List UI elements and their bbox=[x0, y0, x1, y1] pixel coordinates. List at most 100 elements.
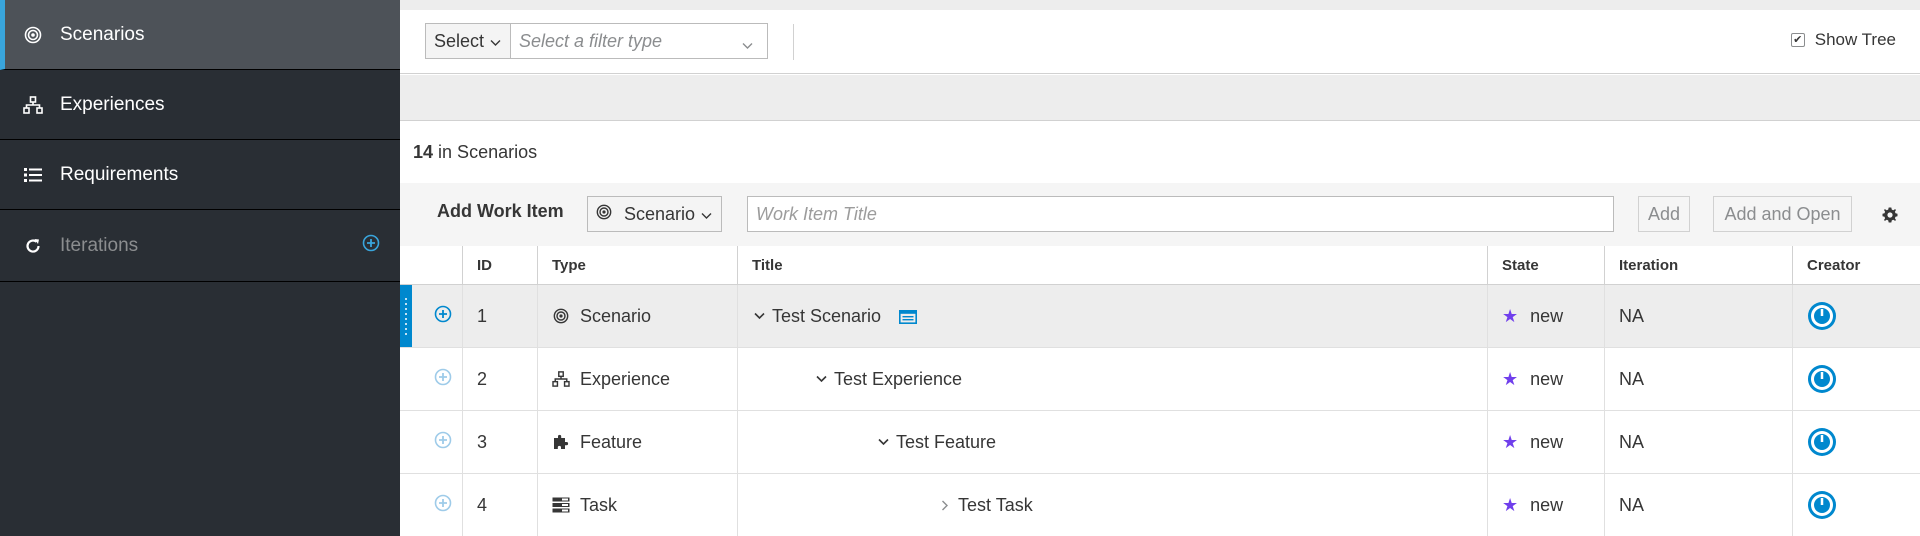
header-actions bbox=[400, 246, 463, 285]
filter-toolbar: Select Select a filter type ✔ Show Tree bbox=[400, 10, 1920, 74]
header-title[interactable]: Title bbox=[738, 246, 1488, 285]
sidebar-item-scenarios[interactable]: Scenarios bbox=[0, 0, 400, 70]
table-row[interactable]: 3 Feature Test Feature ★ new NA bbox=[400, 411, 1920, 474]
chevron-down-icon bbox=[490, 31, 501, 52]
add-iteration-icon[interactable] bbox=[362, 234, 382, 254]
row-iteration[interactable]: NA bbox=[1605, 348, 1793, 410]
experience-icon bbox=[22, 94, 44, 116]
row-id: 4 bbox=[463, 474, 538, 536]
sidebar-item-label: Iterations bbox=[60, 234, 139, 256]
sidebar-item-experiences[interactable]: Experiences bbox=[0, 70, 400, 140]
row-type-label: Scenario bbox=[580, 305, 652, 326]
row-state[interactable]: ★ new bbox=[1488, 348, 1605, 410]
creator-avatar[interactable] bbox=[1807, 490, 1837, 520]
row-title-link[interactable]: Test Scenario bbox=[772, 306, 881, 327]
row-id: 2 bbox=[463, 348, 538, 410]
row-id: 1 bbox=[463, 285, 538, 347]
creator-avatar[interactable] bbox=[1807, 364, 1837, 394]
row-actions bbox=[400, 285, 463, 347]
scenario-icon bbox=[552, 307, 570, 325]
toolbar-divider bbox=[793, 24, 794, 60]
sidebar-item-iterations[interactable]: Iterations bbox=[0, 210, 400, 282]
add-child-icon[interactable] bbox=[434, 494, 452, 517]
row-iteration[interactable]: NA bbox=[1605, 474, 1793, 536]
sidebar-item-requirements[interactable]: Requirements bbox=[0, 140, 400, 210]
filter-select-label: Select bbox=[434, 30, 485, 51]
quick-preview-icon[interactable] bbox=[899, 308, 919, 324]
table-row[interactable]: 1 Scenario Test Scenario ★ new NA bbox=[400, 285, 1920, 348]
header-creator[interactable]: Creator bbox=[1793, 246, 1920, 285]
sidebar-item-label: Scenarios bbox=[60, 23, 145, 45]
chevron-down-icon[interactable] bbox=[876, 438, 890, 446]
puzzle-icon bbox=[552, 433, 570, 451]
header-iteration[interactable]: Iteration bbox=[1605, 246, 1793, 285]
add-child-icon[interactable] bbox=[434, 431, 452, 454]
scenario-icon bbox=[596, 204, 612, 225]
row-creator bbox=[1793, 474, 1920, 536]
chevron-down-icon[interactable] bbox=[814, 375, 828, 383]
header-type[interactable]: Type bbox=[538, 246, 738, 285]
main-content: Select Select a filter type ✔ Show Tree … bbox=[400, 0, 1920, 536]
show-tree-label: Show Tree bbox=[1814, 30, 1896, 49]
filter-results-band bbox=[400, 75, 1920, 121]
row-iteration[interactable]: NA bbox=[1605, 411, 1793, 473]
header-id[interactable]: ID bbox=[463, 246, 538, 285]
row-type: Feature bbox=[538, 411, 738, 473]
work-item-table: ID Type Title State Iteration Creator 1 … bbox=[400, 246, 1920, 536]
chevron-down-icon[interactable] bbox=[752, 312, 766, 320]
table-row[interactable]: 2 Experience Test Experience ★ new NA bbox=[400, 348, 1920, 411]
row-type-label: Experience bbox=[580, 368, 671, 389]
filter-type-dropdown[interactable]: Select a filter type bbox=[511, 23, 768, 59]
scenario-icon bbox=[22, 24, 44, 46]
row-creator bbox=[1793, 285, 1920, 347]
drag-handle[interactable] bbox=[400, 285, 412, 347]
header-state[interactable]: State bbox=[1488, 246, 1605, 285]
row-creator bbox=[1793, 348, 1920, 410]
refresh-icon bbox=[22, 235, 44, 257]
work-item-type-dropdown[interactable]: Scenario bbox=[587, 196, 722, 232]
filter-select-button[interactable]: Select bbox=[425, 23, 511, 59]
item-count-number: 14 bbox=[413, 142, 434, 162]
add-child-icon[interactable] bbox=[434, 305, 452, 328]
row-state-label: new bbox=[1530, 431, 1564, 452]
chevron-right-icon[interactable] bbox=[938, 500, 952, 511]
star-icon: ★ bbox=[1502, 432, 1519, 452]
task-icon bbox=[552, 496, 570, 514]
row-title: Test Task bbox=[738, 474, 1488, 536]
row-type: Scenario bbox=[538, 285, 738, 347]
row-title: Test Feature bbox=[738, 411, 1488, 473]
row-title: Test Scenario bbox=[738, 285, 1488, 347]
row-state[interactable]: ★ new bbox=[1488, 474, 1605, 536]
gear-icon[interactable] bbox=[1881, 206, 1899, 224]
chevron-down-icon bbox=[701, 204, 712, 225]
add-and-open-button[interactable]: Add and Open bbox=[1713, 196, 1852, 232]
sidebar-item-label: Requirements bbox=[60, 163, 179, 185]
row-title-link[interactable]: Test Task bbox=[958, 495, 1033, 516]
show-tree-checkbox[interactable]: ✔ bbox=[1790, 33, 1805, 47]
row-title-link[interactable]: Test Experience bbox=[834, 369, 962, 390]
show-tree-toggle[interactable]: ✔ Show Tree bbox=[1790, 30, 1896, 50]
sidebar-item-label: Experiences bbox=[60, 93, 165, 115]
filter-type-placeholder: Select a filter type bbox=[519, 30, 663, 51]
row-actions bbox=[400, 411, 463, 473]
creator-avatar[interactable] bbox=[1807, 301, 1837, 331]
experience-icon bbox=[552, 370, 570, 388]
list-icon bbox=[22, 164, 44, 186]
star-icon: ★ bbox=[1502, 369, 1519, 389]
item-count-suffix: in Scenarios bbox=[438, 142, 538, 162]
row-iteration[interactable]: NA bbox=[1605, 285, 1793, 347]
row-type: Experience bbox=[538, 348, 738, 410]
add-child-icon[interactable] bbox=[434, 368, 452, 391]
creator-avatar[interactable] bbox=[1807, 427, 1837, 457]
top-strip bbox=[400, 0, 1920, 10]
table-header: ID Type Title State Iteration Creator bbox=[400, 246, 1920, 285]
row-state[interactable]: ★ new bbox=[1488, 285, 1605, 347]
table-row[interactable]: 4 Task Test Task ★ new NA bbox=[400, 474, 1920, 536]
row-type-label: Feature bbox=[580, 431, 643, 452]
row-title-link[interactable]: Test Feature bbox=[896, 432, 996, 453]
row-type: Task bbox=[538, 474, 738, 536]
row-state[interactable]: ★ new bbox=[1488, 411, 1605, 473]
work-item-title-input[interactable] bbox=[747, 196, 1614, 232]
row-state-label: new bbox=[1530, 368, 1564, 389]
add-button[interactable]: Add bbox=[1638, 196, 1690, 232]
